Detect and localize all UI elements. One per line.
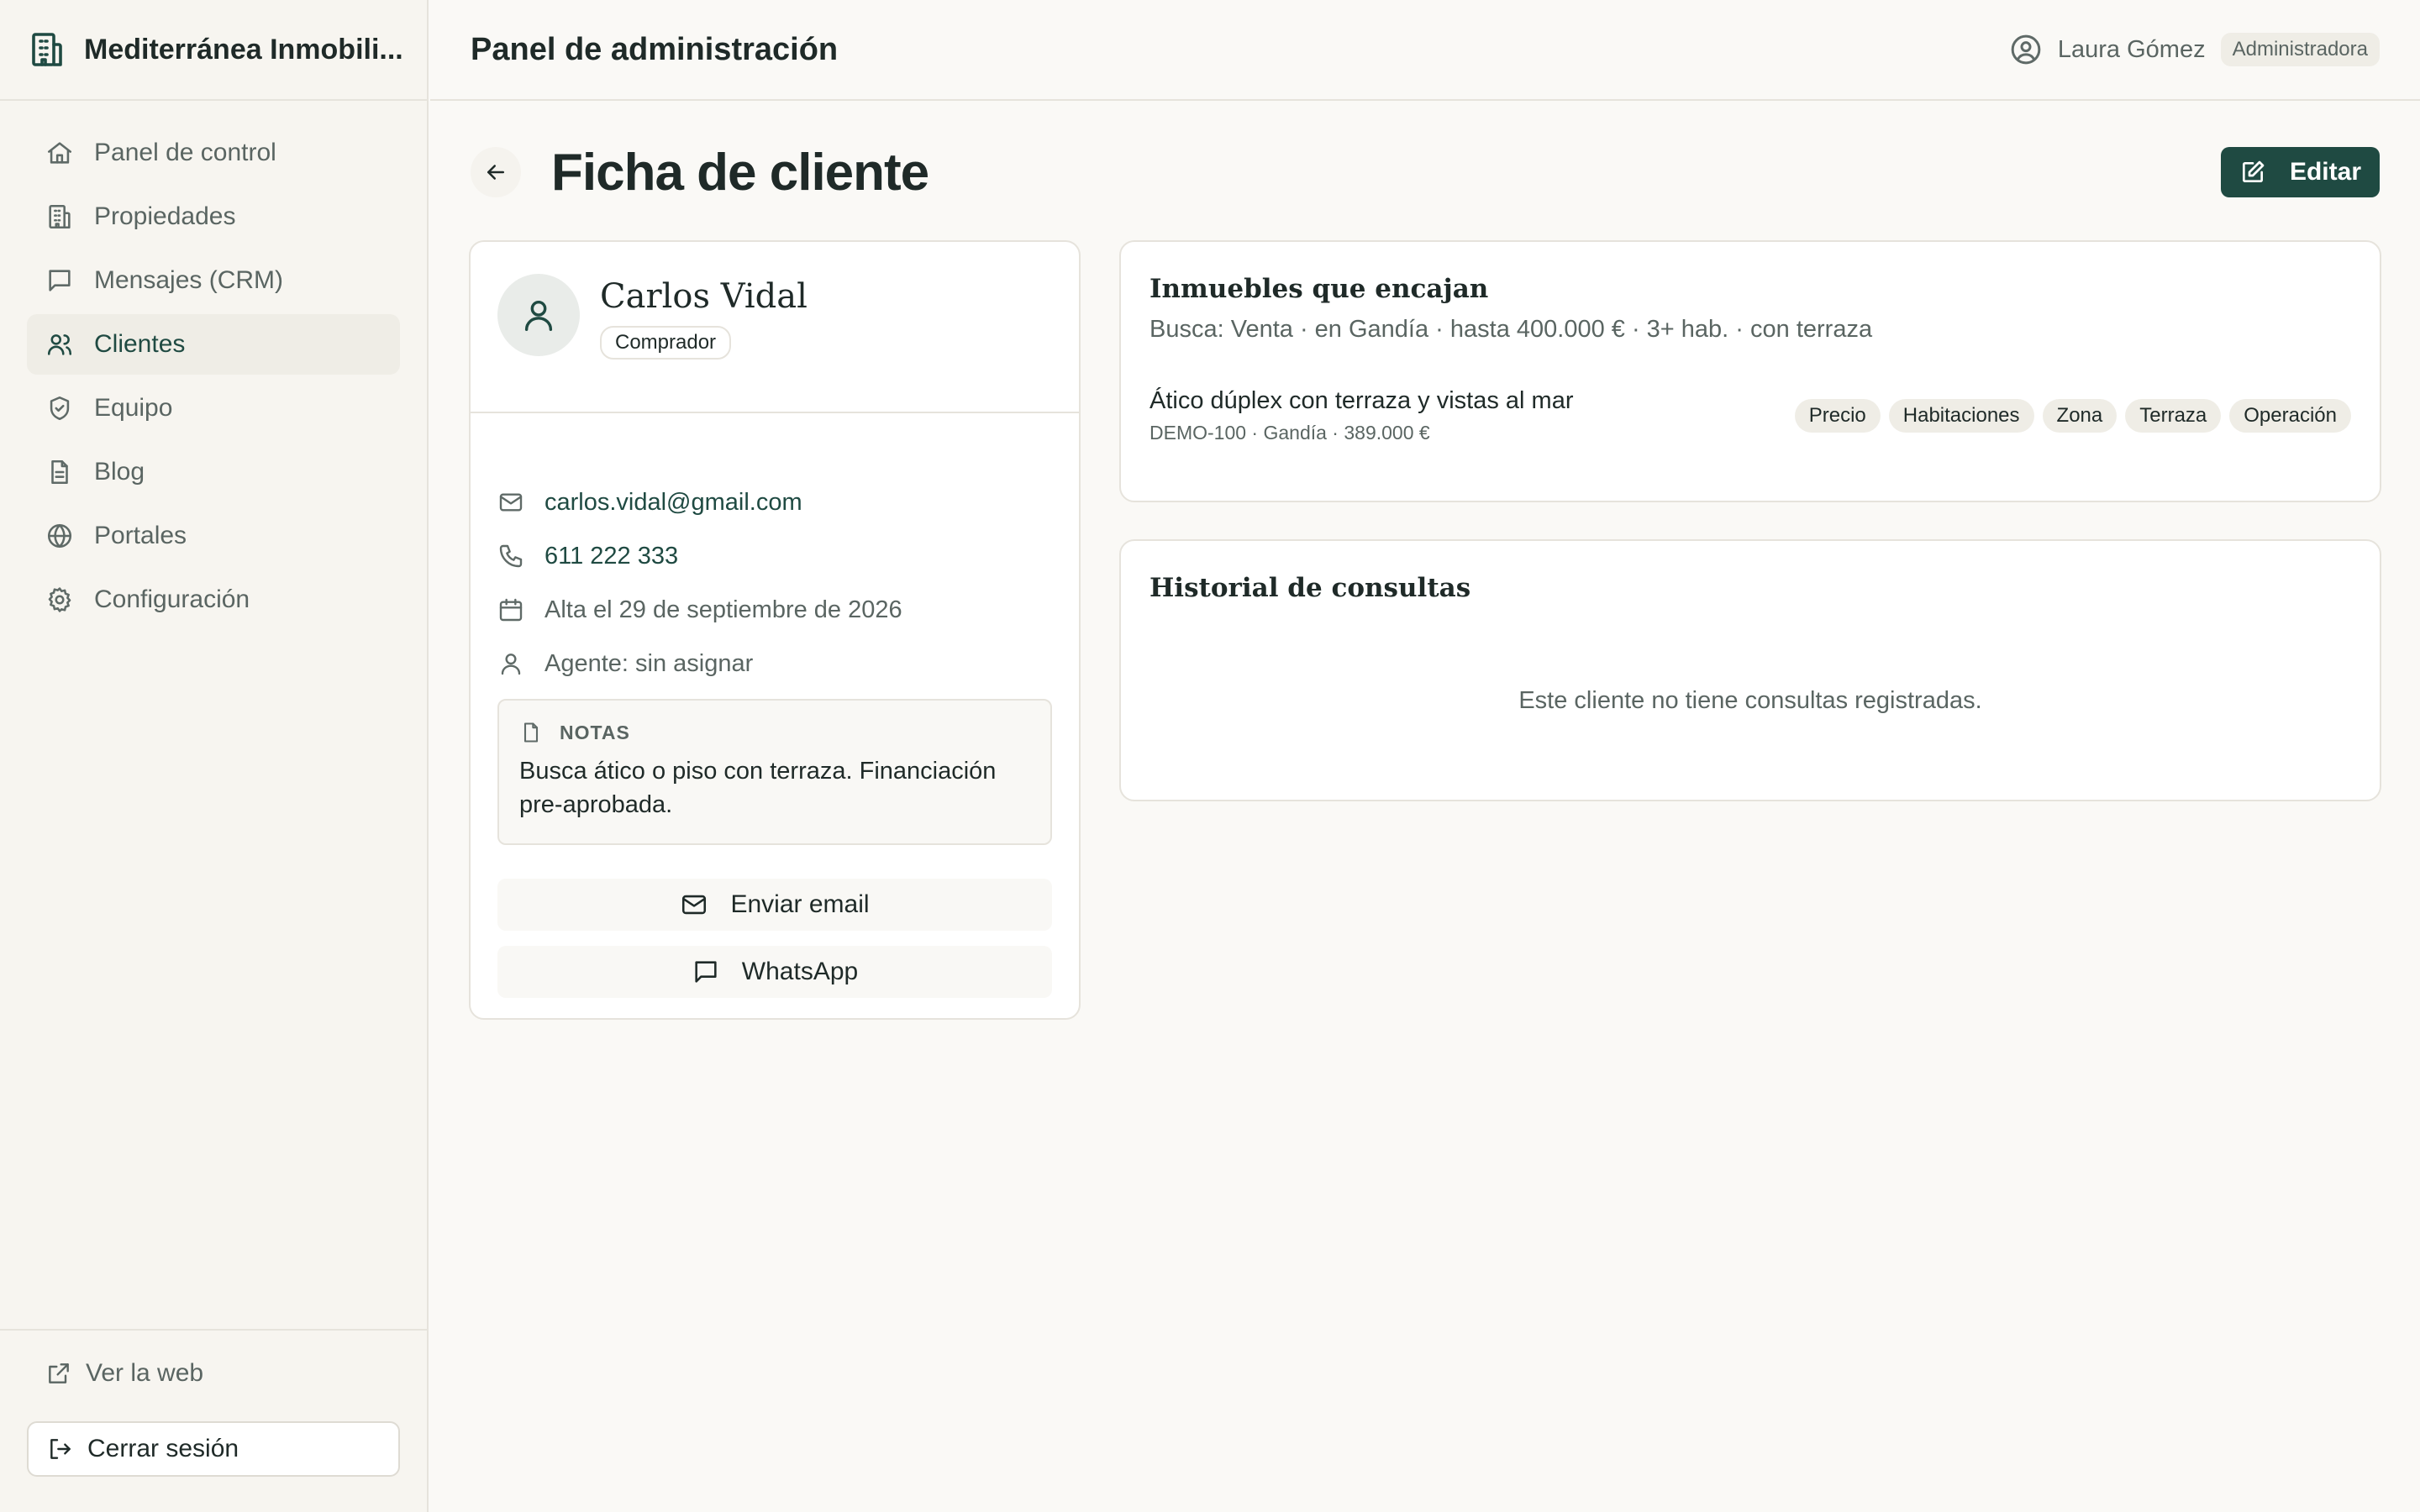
sidebar-item-propiedades[interactable]: Propiedades — [27, 186, 400, 247]
send-email-button[interactable]: Enviar email — [497, 879, 1052, 931]
matching-properties-card: Inmuebles que encajan Busca: Venta · en … — [1119, 240, 2381, 502]
edit-button[interactable]: Editar — [2220, 147, 2380, 197]
logout-button[interactable]: Cerrar sesión — [27, 1421, 400, 1477]
external-link-icon — [45, 1360, 72, 1387]
user-name: Laura Gómez — [2057, 35, 2206, 63]
logout-label: Cerrar sesión — [87, 1435, 239, 1462]
signup-date-value: Alta el 29 de septiembre de 2026 — [544, 596, 902, 623]
view-site-label: Ver la web — [86, 1359, 204, 1387]
sidebar-item-mensajes[interactable]: Mensajes (CRM) — [27, 250, 400, 311]
list-item[interactable]: Ático dúplex con terraza y vistas al mar… — [1150, 387, 2351, 444]
calendar-icon — [497, 596, 524, 623]
page-title: Ficha de cliente — [551, 143, 929, 202]
match-tag: Precio — [1794, 399, 1881, 433]
user-circle-icon — [2009, 33, 2043, 66]
search-criteria: Busca: Venta · en Gandía · hasta 400.000… — [1150, 316, 1873, 343]
property-meta: DEMO-100 · Gandía · 389.000 € — [1150, 422, 1430, 444]
client-header: Carlos Vidal Comprador — [471, 242, 1079, 413]
assigned-agent-value: Agente: sin asignar — [544, 649, 754, 677]
sidebar-item-label: Portales — [94, 522, 187, 549]
sidebar-item-configuracion[interactable]: Configuración — [27, 570, 400, 630]
contact-details: carlos.vidal@gmail.com 611 222 333 Alta … — [471, 413, 1079, 690]
document-icon — [45, 458, 74, 486]
building-icon — [45, 202, 74, 231]
phone-link[interactable]: 611 222 333 — [497, 529, 1052, 583]
globe-icon — [45, 522, 74, 550]
client-name: Carlos Vidal — [600, 277, 808, 316]
sidebar: Mediterránea Inmobili... Panel de contro… — [0, 0, 429, 1512]
sidebar-item-portales[interactable]: Portales — [27, 506, 400, 566]
match-tag: Operación — [2229, 399, 2351, 433]
sidebar-item-panel-de-control[interactable]: Panel de control — [27, 123, 400, 183]
whatsapp-button[interactable]: WhatsApp — [497, 946, 1052, 998]
email-link[interactable]: carlos.vidal@gmail.com — [497, 475, 1052, 529]
users-icon — [45, 330, 74, 359]
mail-icon — [680, 890, 708, 919]
property-title: Ático dúplex con terraza y vistas al mar — [1150, 387, 1574, 414]
notes-box: NOTAS Busca ático o piso con terraza. Fi… — [497, 699, 1052, 845]
user-icon — [497, 650, 524, 677]
inquiry-history-title: Historial de consultas — [1150, 573, 1471, 603]
sidebar-nav: Panel de control Propiedades Mensajes (C… — [0, 101, 427, 630]
edit-label: Editar — [2289, 158, 2361, 186]
sidebar-item-label: Mensajes (CRM) — [94, 266, 284, 294]
phone-value: 611 222 333 — [544, 542, 679, 570]
match-tag: Habitaciones — [1888, 399, 2034, 433]
message-icon — [45, 266, 74, 295]
brand[interactable]: Mediterránea Inmobili... — [0, 0, 427, 101]
mail-icon — [497, 489, 524, 516]
sidebar-item-label: Blog — [94, 458, 145, 486]
user-icon — [519, 296, 558, 334]
client-type-badge: Comprador — [600, 326, 732, 360]
sidebar-footer: Ver la web Cerrar sesión — [0, 1329, 427, 1512]
page-header: Ficha de cliente Editar — [471, 143, 2380, 202]
sidebar-item-clientes[interactable]: Clientes — [27, 314, 400, 375]
email-value: carlos.vidal@gmail.com — [544, 488, 802, 516]
sidebar-item-label: Equipo — [94, 394, 173, 422]
signup-date: Alta el 29 de septiembre de 2026 — [497, 583, 1052, 637]
brand-name: Mediterránea Inmobili... — [84, 33, 403, 66]
file-icon — [519, 721, 543, 744]
notes-text: Busca ático o piso con terraza. Financia… — [519, 758, 997, 818]
whatsapp-label: WhatsApp — [741, 958, 859, 985]
role-badge: Administradora — [2220, 33, 2380, 66]
avatar — [497, 274, 580, 356]
message-icon — [692, 958, 720, 986]
match-tag: Terraza — [2125, 399, 2222, 433]
notes-label: NOTAS — [560, 721, 630, 743]
match-tags: Precio Habitaciones Zona Terraza Operaci… — [1786, 399, 2351, 433]
client-card: Carlos Vidal Comprador carlos.vidal@gmai… — [469, 240, 1081, 1020]
sidebar-item-label: Clientes — [94, 330, 186, 358]
user-menu[interactable]: Laura Gómez Administradora — [2009, 33, 2380, 66]
app-section-title: Panel de administración — [471, 31, 839, 67]
arrow-left-icon — [483, 160, 508, 185]
match-tag: Zona — [2042, 399, 2118, 433]
inquiry-history-card: Historial de consultas Este cliente no t… — [1119, 539, 2381, 801]
send-email-label: Enviar email — [730, 890, 870, 918]
topbar: Panel de administración Laura Gómez Admi… — [430, 0, 2420, 101]
home-icon — [45, 139, 74, 167]
notes-heading: NOTAS — [519, 721, 1030, 744]
building-icon — [27, 29, 67, 70]
sidebar-item-equipo[interactable]: Equipo — [27, 378, 400, 438]
back-button[interactable] — [471, 147, 521, 197]
sidebar-item-label: Propiedades — [94, 202, 236, 230]
phone-icon — [497, 543, 524, 570]
view-site-link[interactable]: Ver la web — [27, 1354, 400, 1393]
logout-icon — [47, 1436, 74, 1462]
assigned-agent: Agente: sin asignar — [497, 637, 1052, 690]
sidebar-item-blog[interactable]: Blog — [27, 442, 400, 502]
empty-state-message: Este cliente no tiene consultas registra… — [1518, 687, 1982, 714]
sidebar-item-label: Configuración — [94, 585, 250, 613]
shield-icon — [45, 394, 74, 423]
sidebar-item-label: Panel de control — [94, 139, 276, 166]
gear-icon — [45, 585, 74, 614]
edit-icon — [2239, 159, 2266, 186]
matching-properties-title: Inmuebles que encajan — [1150, 274, 1489, 304]
